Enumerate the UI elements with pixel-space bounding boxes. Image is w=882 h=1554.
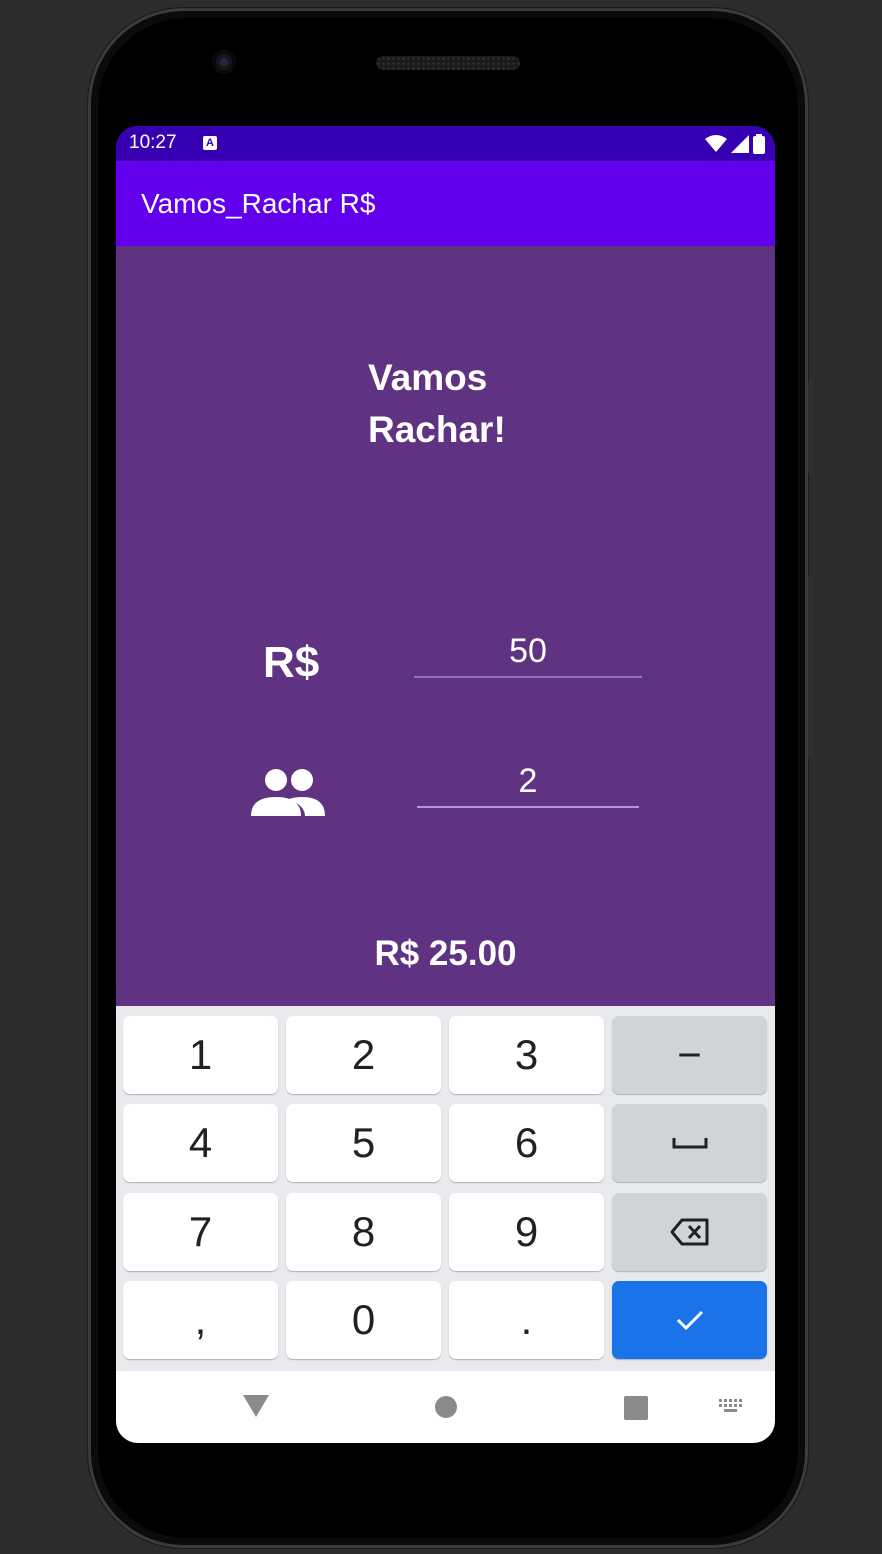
key-1[interactable]: 1 <box>123 1016 278 1094</box>
headline-line1: Vamos <box>368 357 488 398</box>
amount-value: 50 <box>509 632 547 670</box>
result-total: R$ 25.00 <box>374 934 517 973</box>
notification-a-icon: A <box>203 136 217 150</box>
status-icons <box>705 134 765 154</box>
recents-icon[interactable] <box>624 1396 648 1420</box>
key-0[interactable]: 0 <box>286 1281 441 1359</box>
key-period[interactable]: . <box>449 1281 604 1359</box>
home-icon[interactable] <box>434 1395 458 1419</box>
amount-label: R$ <box>263 638 320 687</box>
headline-line2: Rachar! <box>368 409 506 450</box>
key-8[interactable]: 8 <box>286 1193 441 1271</box>
headline: Vamos Rachar! <box>368 352 568 456</box>
screen: 10:27 A Vamos_Rachar R$ Vamos Rachar! R$… <box>116 126 775 1443</box>
key-comma[interactable]: , <box>123 1281 278 1359</box>
app-bar: Vamos_Rachar R$ <box>116 161 775 246</box>
backspace-icon <box>670 1218 708 1246</box>
status-time: 10:27 <box>129 132 177 153</box>
people-input[interactable]: 2 <box>417 756 639 808</box>
key-6[interactable]: 6 <box>449 1104 604 1182</box>
keyboard-switch-icon[interactable] <box>719 1399 745 1415</box>
key-space[interactable] <box>612 1104 767 1182</box>
battery-icon <box>753 134 765 154</box>
front-camera <box>212 50 236 74</box>
back-icon[interactable] <box>243 1395 269 1417</box>
wifi-icon <box>705 135 727 152</box>
amount-input[interactable]: 50 <box>414 626 642 678</box>
space-icon <box>672 1138 707 1149</box>
key-5[interactable]: 5 <box>286 1104 441 1182</box>
check-icon <box>676 1310 703 1331</box>
volume-button <box>808 380 814 475</box>
key-2[interactable]: 2 <box>286 1016 441 1094</box>
status-bar: 10:27 A <box>116 126 775 161</box>
key-minus[interactable]: − <box>612 1016 767 1094</box>
key-9[interactable]: 9 <box>449 1193 604 1271</box>
key-3[interactable]: 3 <box>449 1016 604 1094</box>
key-4[interactable]: 4 <box>123 1104 278 1182</box>
people-value: 2 <box>518 762 538 800</box>
navigation-bar <box>116 1371 775 1443</box>
group-icon <box>251 769 325 816</box>
key-done[interactable] <box>612 1281 767 1359</box>
app-title: Vamos_Rachar R$ <box>141 188 376 219</box>
cell-signal-icon <box>731 135 749 153</box>
key-7[interactable]: 7 <box>123 1193 278 1271</box>
key-backspace[interactable] <box>612 1193 767 1271</box>
power-button <box>808 575 814 760</box>
earpiece-speaker <box>376 56 520 70</box>
numeric-keyboard: 1 2 3 − 4 5 6 7 8 9 , 0 . <box>116 1006 775 1371</box>
